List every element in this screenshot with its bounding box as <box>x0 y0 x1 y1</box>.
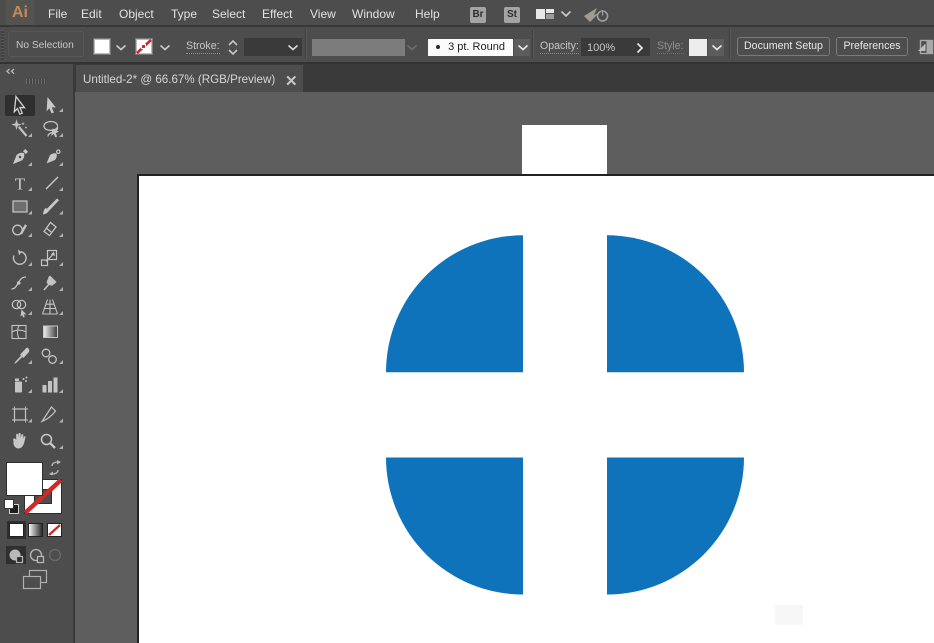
svg-text:T: T <box>15 175 26 194</box>
